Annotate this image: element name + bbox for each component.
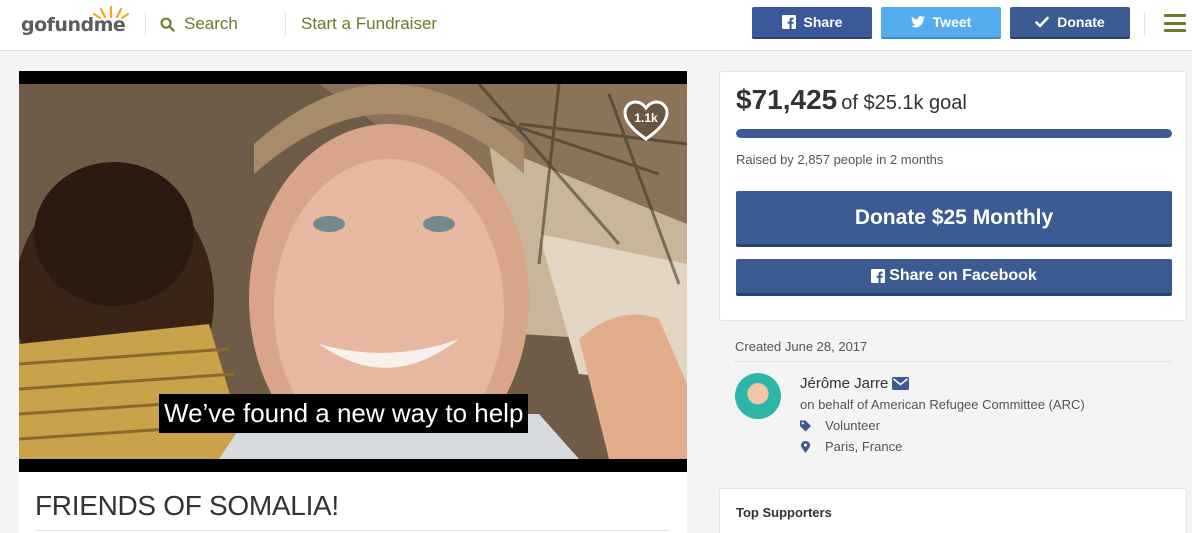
campaign-video[interactable]: We’ve found a new way to help 1.1k <box>19 71 687 472</box>
check-icon <box>1035 16 1050 28</box>
organizer-role-text: Volunteer <box>825 418 880 433</box>
start-fundraiser-link[interactable]: Start a Fundraiser <box>301 14 437 34</box>
progress-fill <box>736 129 1172 138</box>
twitter-icon <box>910 15 925 28</box>
share-facebook-label: Share on Facebook <box>889 267 1037 284</box>
organizer-name-text: Jérôme Jarre <box>800 375 889 392</box>
organizer-location-text: Paris, France <box>825 439 903 454</box>
tweet-label: Tweet <box>932 14 972 30</box>
organizer-on-behalf: on behalf of American Refugee Committee … <box>800 397 1085 412</box>
amount-raised: $71,425 of $25.1k goal <box>736 84 967 116</box>
facebook-icon <box>871 269 886 283</box>
header-donate-button[interactable]: Donate <box>1010 7 1130 39</box>
organizer-divider <box>735 361 1171 362</box>
logo-wordmark: gofundme <box>21 14 126 36</box>
goal-text: of $25.1k goal <box>841 92 967 114</box>
raised-by-text: Raised by 2,857 people in 2 months <box>736 152 944 167</box>
donation-summary-card: $71,425 of $25.1k goal Raised by 2,857 pe… <box>719 71 1187 321</box>
like-heart-button[interactable]: 1.1k <box>622 99 670 143</box>
donate-monthly-button[interactable]: Donate $25 Monthly <box>736 191 1172 247</box>
organizer-name: Jérôme Jarre <box>800 375 910 392</box>
title-divider <box>35 530 670 531</box>
campaign-title-card: FRIENDS OF SOMALIA! <box>19 472 687 533</box>
top-header: gofundme Search Start a Fundraiser Share… <box>0 0 1192 51</box>
organizer-location: Paris, France <box>800 439 902 454</box>
header-divider <box>1144 12 1145 36</box>
search-label: Search <box>184 14 238 33</box>
map-pin-icon <box>800 440 811 453</box>
logo-part-go: go <box>21 14 47 36</box>
video-frame: We’ve found a new way to help 1.1k <box>19 84 687 459</box>
search-link[interactable]: Search <box>160 12 238 36</box>
top-supporters-title: Top Supporters <box>736 505 832 520</box>
tag-icon <box>800 420 811 431</box>
search-icon <box>160 17 175 32</box>
envelope-icon[interactable] <box>892 377 910 390</box>
facebook-icon <box>781 15 796 29</box>
logo-part-fund: fund <box>46 14 94 36</box>
logo-part-me: me <box>93 14 126 36</box>
avatar[interactable] <box>735 373 781 419</box>
donate-label: Donate <box>1057 14 1105 30</box>
video-caption: We’ve found a new way to help <box>159 394 529 433</box>
hamburger-menu-icon[interactable] <box>1164 14 1186 32</box>
share-on-facebook-button[interactable]: Share on Facebook <box>736 259 1172 296</box>
header-divider <box>145 12 146 36</box>
created-date: Created June 28, 2017 <box>735 339 868 354</box>
share-label: Share <box>803 14 843 30</box>
top-supporters-card: Top Supporters <box>719 488 1187 533</box>
facebook-share-button[interactable]: Share <box>752 7 872 39</box>
campaign-title: FRIENDS OF SOMALIA! <box>35 490 339 521</box>
gofundme-logo[interactable]: gofundme <box>21 5 131 45</box>
tweet-button[interactable]: Tweet <box>881 7 1001 39</box>
header-divider <box>285 12 286 36</box>
raised-amount: $71,425 <box>736 84 838 115</box>
progress-bar <box>736 129 1172 138</box>
organizer-role: Volunteer <box>800 418 880 433</box>
like-count: 1.1k <box>634 111 658 125</box>
